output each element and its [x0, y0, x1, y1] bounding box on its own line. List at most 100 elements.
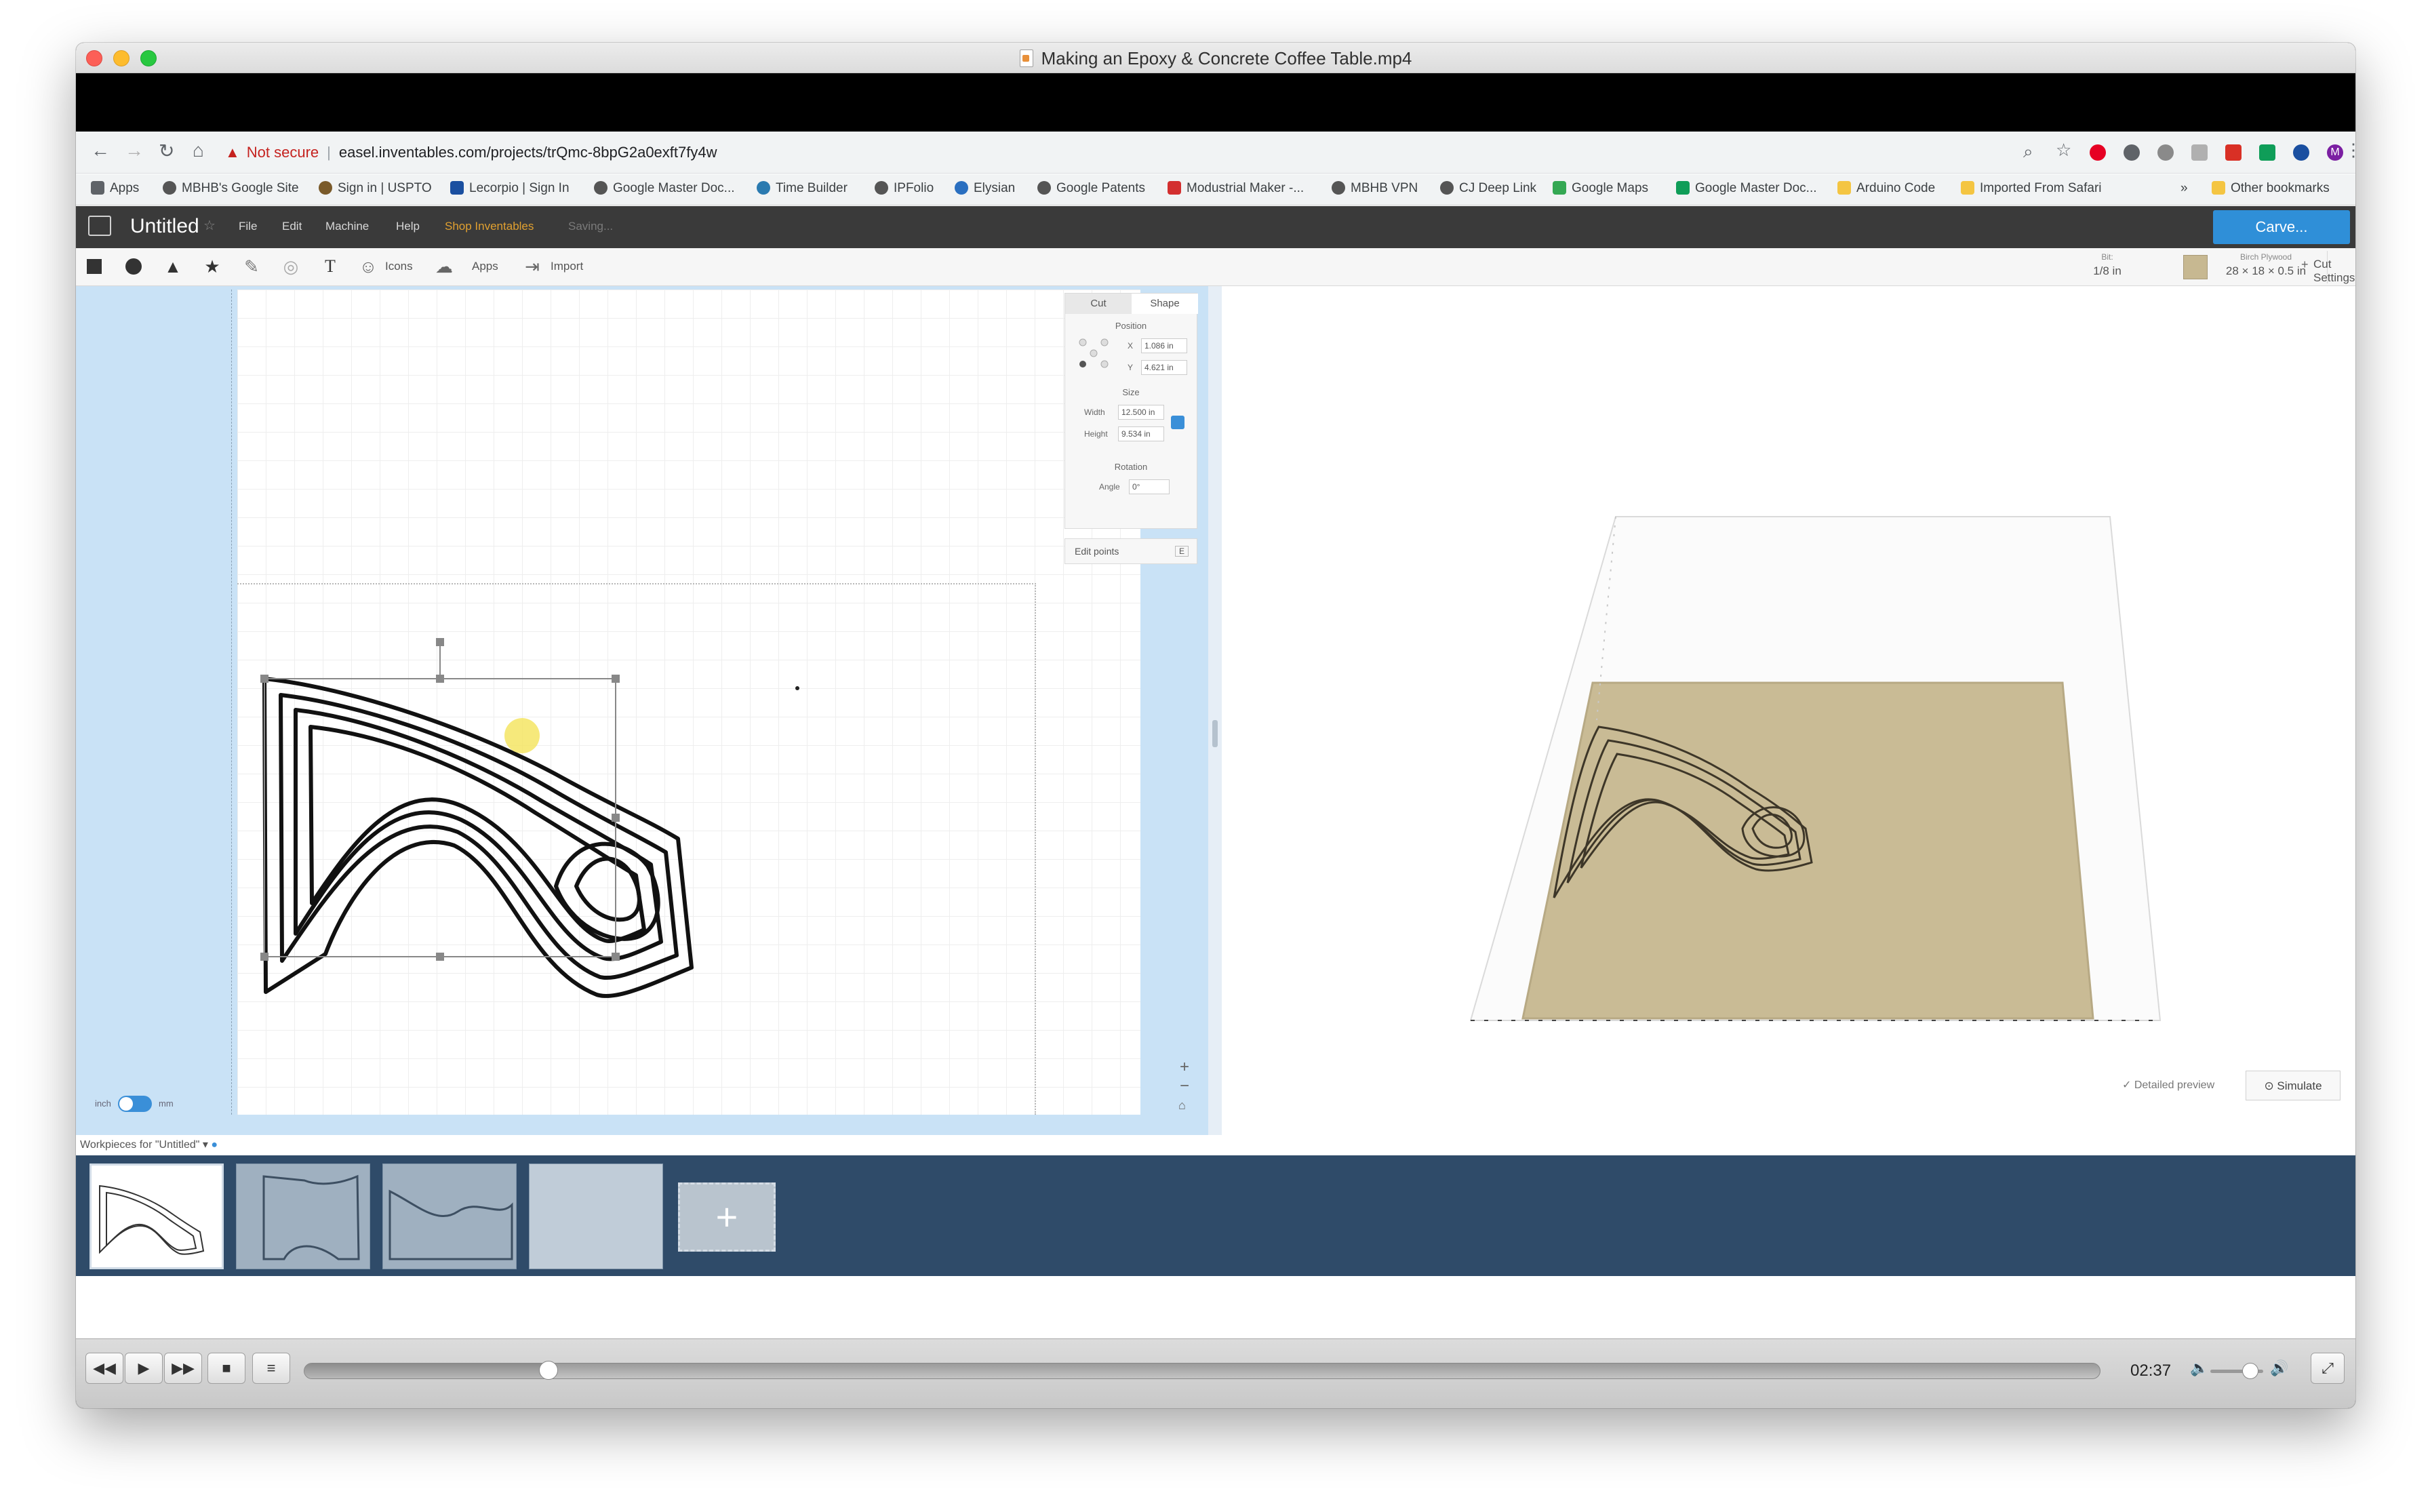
lock-proportions-icon[interactable] — [1171, 416, 1184, 429]
volume-knob[interactable] — [2242, 1363, 2258, 1379]
detailed-preview-toggle[interactable]: ✓ Detailed preview — [2122, 1078, 2214, 1092]
fast-forward-button[interactable]: ▶▶ — [164, 1353, 202, 1384]
sheets-extension-icon[interactable] — [2259, 144, 2275, 161]
volume-high-icon[interactable]: 🔊 — [2270, 1359, 2288, 1377]
add-icon[interactable]: + — [2301, 258, 2309, 272]
bookmark-item[interactable]: Arduino Code — [1837, 181, 1935, 196]
zoom-out-icon[interactable]: − — [1180, 1077, 1189, 1096]
3d-preview[interactable] — [1227, 286, 2355, 1135]
carve-button[interactable]: Carve... — [2213, 210, 2350, 244]
tab-shape[interactable]: Shape — [1132, 294, 1198, 314]
smiley-icon[interactable]: ☺ — [357, 255, 380, 278]
volume-slider[interactable] — [2210, 1363, 2263, 1379]
zoom-icon[interactable]: ⌕ — [2023, 141, 2033, 163]
bookmark-item[interactable]: Sign in | USPTO — [319, 181, 432, 196]
bit-label[interactable]: Bit: — [2065, 252, 2149, 262]
home-icon[interactable]: ⌂ — [193, 140, 204, 161]
profile-avatar[interactable]: M — [2327, 144, 2343, 161]
position-y-field[interactable]: 4.621 in — [1141, 360, 1187, 375]
text-tool-icon[interactable]: T — [319, 255, 342, 278]
volume-low-icon[interactable]: 🔈 — [2190, 1359, 2208, 1377]
workpiece-thumbnail[interactable] — [89, 1163, 224, 1269]
easel-logo-icon[interactable] — [88, 216, 111, 236]
extension-icon[interactable] — [2191, 144, 2208, 161]
pinterest-extension-icon[interactable] — [2090, 144, 2106, 161]
bookmark-item[interactable]: IPFolio — [875, 181, 934, 196]
menu-edit[interactable]: Edit — [282, 220, 302, 233]
info-icon[interactable]: ● — [211, 1139, 218, 1151]
back-arrow-icon[interactable]: ← — [91, 140, 110, 161]
bookmark-item[interactable]: Modustrial Maker -... — [1168, 181, 1304, 196]
bookmark-item[interactable]: Google Maps — [1553, 181, 1648, 196]
extension-icon[interactable] — [2124, 144, 2140, 161]
splitter-handle[interactable] — [1212, 720, 1218, 747]
fit-view-icon[interactable]: ⌂ — [1178, 1098, 1186, 1113]
material-swatch[interactable] — [2183, 255, 2208, 279]
angle-field[interactable]: 0° — [1129, 479, 1170, 494]
other-bookmarks[interactable]: Other bookmarks — [2212, 181, 2330, 196]
star-tool-icon[interactable]: ★ — [201, 255, 224, 278]
bookmark-item[interactable]: Elysian — [955, 181, 1015, 196]
bit-value[interactable]: 1/8 in — [2065, 264, 2149, 278]
design-canvas[interactable] — [231, 290, 1140, 1115]
menu-shop-inventables[interactable]: Shop Inventables — [445, 220, 534, 233]
star-bookmark-icon[interactable]: ☆ — [2056, 140, 2071, 161]
pdf-extension-icon[interactable] — [2225, 144, 2242, 161]
add-workpiece-button[interactable]: + — [678, 1182, 776, 1252]
bookmark-item[interactable]: Time Builder — [757, 181, 848, 196]
panel-splitter[interactable] — [1208, 286, 1222, 1135]
extension-icon[interactable] — [2157, 144, 2174, 161]
simulate-button[interactable]: ⊙ Simulate — [2246, 1071, 2341, 1100]
favorite-star-icon[interactable]: ☆ — [203, 217, 216, 234]
address-bar[interactable]: ▲ Not secure | easel.inventables.com/pro… — [225, 138, 2001, 167]
square-tool-icon[interactable] — [83, 255, 106, 278]
import-tool-label[interactable]: Import — [551, 260, 583, 273]
import-tool-icon[interactable]: ⇥ — [521, 255, 544, 278]
bookmark-item[interactable]: MBHB VPN — [1332, 181, 1418, 196]
bookmark-item[interactable]: Imported From Safari — [1961, 181, 2102, 196]
bookmark-item[interactable]: MBHB's Google Site — [163, 181, 299, 196]
anchor-grid-icon[interactable] — [1079, 338, 1109, 368]
forward-arrow-icon[interactable]: → — [125, 140, 144, 161]
extension-icon[interactable] — [2293, 144, 2309, 161]
apps-tool-icon[interactable]: ☁ — [433, 255, 456, 278]
progress-bar[interactable] — [304, 1361, 2100, 1380]
height-field[interactable]: 9.534 in — [1118, 426, 1164, 441]
fullscreen-button[interactable]: ⤢ — [2311, 1353, 2345, 1384]
icons-tool-label[interactable]: Icons — [385, 260, 413, 273]
edit-points-button[interactable]: Edit points E — [1064, 538, 1197, 564]
menu-machine[interactable]: Machine — [325, 220, 369, 233]
bookmark-item[interactable]: Google Patents — [1037, 181, 1145, 196]
bookmark-item[interactable]: CJ Deep Link — [1440, 181, 1536, 196]
bookmark-item[interactable]: Lecorpio | Sign In — [450, 181, 570, 196]
unit-toggle[interactable] — [118, 1096, 152, 1112]
target-tool-icon[interactable]: ◎ — [279, 255, 302, 278]
bookmark-item[interactable]: Google Master Doc... — [1676, 181, 1817, 196]
menu-help[interactable]: Help — [396, 220, 420, 233]
cut-settings-button[interactable]: Cut Settings — [2313, 258, 2355, 285]
tab-cut[interactable]: Cut — [1065, 294, 1132, 314]
playlist-button[interactable]: ≡ — [252, 1353, 290, 1384]
apps-tool-label[interactable]: Apps — [472, 260, 498, 273]
menu-kebab-icon[interactable]: ⋮ — [2345, 140, 2355, 161]
rewind-button[interactable]: ◀◀ — [85, 1353, 123, 1384]
bookmark-item[interactable]: Apps — [91, 181, 139, 196]
width-field[interactable]: 12.500 in — [1118, 405, 1164, 420]
menu-file[interactable]: File — [239, 220, 257, 233]
workpiece-thumbnail[interactable] — [382, 1163, 517, 1269]
position-x-field[interactable]: 1.086 in — [1141, 338, 1187, 353]
triangle-tool-icon[interactable]: ▲ — [161, 255, 184, 278]
more-bookmarks-chevron[interactable]: » — [2180, 181, 2188, 196]
progress-knob[interactable] — [539, 1361, 559, 1380]
reload-icon[interactable]: ↻ — [159, 140, 174, 162]
bookmark-item[interactable]: Google Master Doc... — [594, 181, 735, 196]
project-title[interactable]: Untitled — [130, 215, 199, 238]
topographic-contour-shape[interactable] — [237, 290, 1140, 1115]
workpiece-thumbnail[interactable] — [529, 1163, 663, 1269]
pen-tool-icon[interactable]: ✎ — [240, 255, 263, 278]
workpiece-thumbnail[interactable] — [236, 1163, 370, 1269]
zoom-in-icon[interactable]: + — [1180, 1058, 1189, 1077]
stop-button[interactable]: ■ — [207, 1353, 245, 1384]
play-button[interactable]: ▶ — [125, 1353, 163, 1384]
circle-tool-icon[interactable] — [122, 255, 145, 278]
